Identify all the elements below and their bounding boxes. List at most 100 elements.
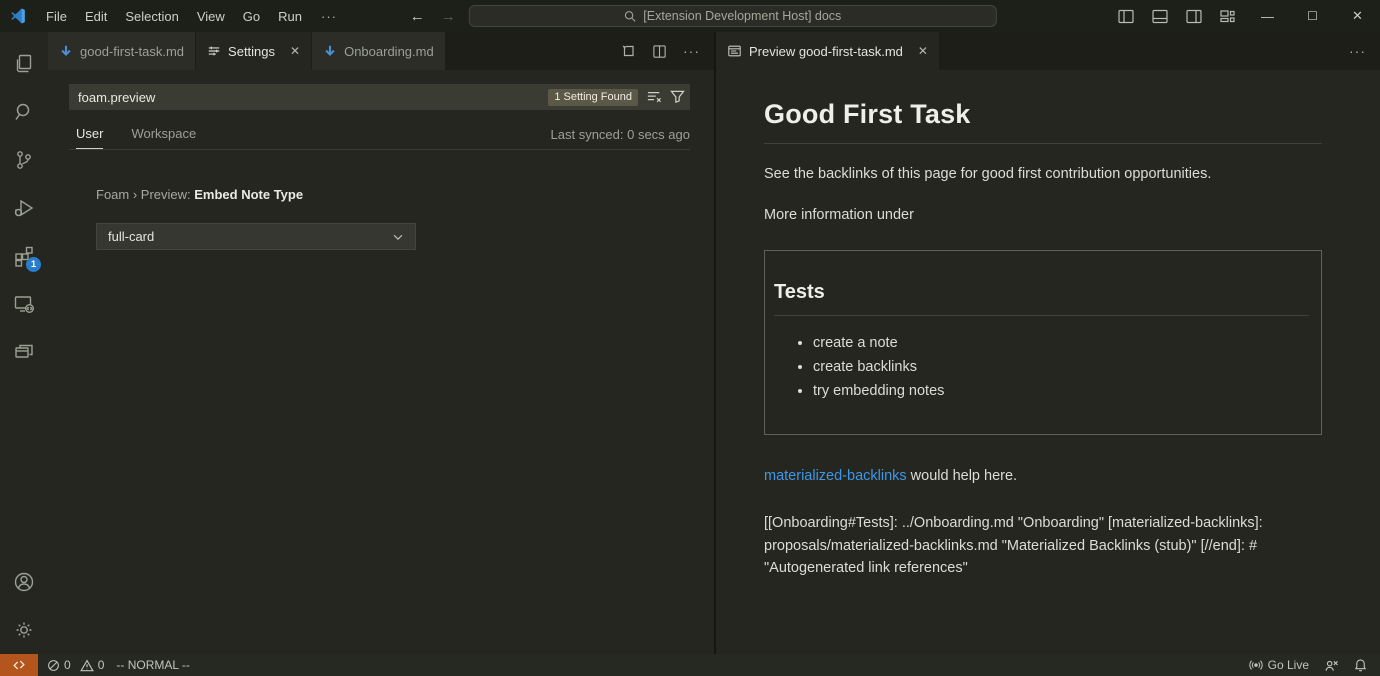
nav-forward-icon[interactable]: → <box>438 8 459 25</box>
menu-bar: File Edit Selection View Go Run ··· <box>37 0 347 32</box>
settings-search-row: 1 Setting Found <box>69 84 690 110</box>
menu-view[interactable]: View <box>188 0 234 32</box>
tab-label: Settings <box>228 44 275 59</box>
editor-group-right: Preview good-first-task.md ✕ ··· Good Fi… <box>716 32 1380 654</box>
customize-layout-icon[interactable] <box>1211 0 1245 32</box>
command-center-area: ← → [Extension Development Host] docs <box>407 0 997 32</box>
link-references-block: [[Onboarding#Tests]: ../Onboarding.md "O… <box>764 512 1322 580</box>
markdown-file-icon <box>59 44 73 58</box>
settings-editor: 1 Setting Found User Workspace Last sync… <box>48 70 714 654</box>
menu-more-icon[interactable]: ··· <box>311 0 347 32</box>
notifications-bell-icon[interactable] <box>1354 658 1367 672</box>
note-card-list: create a note create backlinks try embed… <box>774 335 1309 399</box>
preview-heading: Good First Task <box>764 99 1322 144</box>
menu-go[interactable]: Go <box>234 0 269 32</box>
remote-icon <box>12 658 26 672</box>
search-icon <box>624 10 637 23</box>
markdown-preview-pane: Good First Task See the backlinks of thi… <box>716 70 1380 654</box>
preview-paragraph-2: More information under <box>764 207 1322 223</box>
tab-label: good-first-task.md <box>80 44 184 59</box>
list-item: create backlinks <box>813 359 1309 375</box>
tab-preview-good-first-task[interactable]: Preview good-first-task.md ✕ <box>716 32 940 70</box>
window-close-button[interactable]: ✕ <box>1335 0 1380 32</box>
markdown-file-icon <box>323 44 337 58</box>
status-bar-right: Go Live <box>1249 658 1380 672</box>
split-editor-icon[interactable] <box>652 44 667 59</box>
status-bar: 0 0 -- NORMAL -- Go Live <box>0 654 1380 676</box>
menu-run[interactable]: Run <box>269 0 311 32</box>
editor-actions-right: ··· <box>1349 32 1380 70</box>
run-debug-icon[interactable] <box>0 184 48 232</box>
broadcast-icon <box>1249 659 1263 672</box>
command-center-label: [Extension Development Host] docs <box>643 9 841 23</box>
windows-stack-icon[interactable] <box>0 328 48 376</box>
open-preview-icon[interactable] <box>620 43 636 59</box>
menu-selection[interactable]: Selection <box>116 0 187 32</box>
editor-group-left: good-first-task.md Settings ✕ Onboarding… <box>48 32 716 654</box>
link-tail-text: would help here. <box>907 468 1017 484</box>
reference-line: "Autogenerated link references" <box>764 557 1322 580</box>
scope-tab-user[interactable]: User <box>76 126 103 149</box>
warnings-icon <box>80 659 94 672</box>
chevron-down-icon <box>391 230 405 244</box>
vscode-window: File Edit Selection View Go Run ··· ← → … <box>0 0 1380 676</box>
tab-good-first-task[interactable]: good-first-task.md <box>48 32 196 70</box>
error-count: 0 <box>64 658 71 672</box>
materialized-backlinks-link[interactable]: materialized-backlinks <box>764 468 907 484</box>
tab-label: Onboarding.md <box>344 44 434 59</box>
vim-mode-indicator[interactable]: -- NORMAL -- <box>116 658 190 672</box>
feedback-icon[interactable] <box>1324 659 1339 672</box>
reference-line: proposals/materialized-backlinks.md "Mat… <box>764 535 1322 558</box>
list-item: create a note <box>813 335 1309 351</box>
last-synced-label: Last synced: 0 secs ago <box>551 127 690 149</box>
command-center-search[interactable]: [Extension Development Host] docs <box>469 5 997 27</box>
toggle-panel-icon[interactable] <box>1143 0 1177 32</box>
settings-search-controls: 1 Setting Found <box>548 84 685 110</box>
menu-edit[interactable]: Edit <box>76 0 116 32</box>
window-minimize-button[interactable]: — <box>1245 0 1290 32</box>
remote-explorer-icon[interactable] <box>0 280 48 328</box>
settings-scope-row: User Workspace Last synced: 0 secs ago <box>69 124 690 150</box>
filter-icon[interactable] <box>670 90 685 104</box>
toggle-secondary-sidebar-icon[interactable] <box>1177 0 1211 32</box>
explorer-icon[interactable] <box>0 40 48 88</box>
nav-back-icon[interactable]: ← <box>407 8 428 25</box>
source-control-icon[interactable] <box>0 136 48 184</box>
clear-search-icon[interactable] <box>646 90 662 104</box>
tab-close-icon[interactable]: ✕ <box>918 44 928 58</box>
tab-onboarding[interactable]: Onboarding.md <box>312 32 446 70</box>
settings-count-badge: 1 Setting Found <box>548 89 638 106</box>
activity-bar: 1 <box>0 32 48 654</box>
extensions-badge: 1 <box>26 257 41 272</box>
status-bar-left: 0 0 -- NORMAL -- <box>38 658 190 672</box>
problems-indicator[interactable]: 0 0 <box>47 658 104 672</box>
tab-close-icon[interactable]: ✕ <box>290 44 300 58</box>
setting-category: Foam › Preview: <box>96 187 194 202</box>
extensions-icon[interactable]: 1 <box>0 232 48 280</box>
menu-file[interactable]: File <box>37 0 76 32</box>
remote-indicator[interactable] <box>0 654 38 676</box>
more-actions-icon[interactable]: ··· <box>1349 43 1366 59</box>
title-bar: File Edit Selection View Go Run ··· ← → … <box>0 0 1380 32</box>
accounts-icon[interactable] <box>0 558 48 606</box>
setting-title: Foam › Preview: Embed Note Type <box>96 187 690 202</box>
errors-icon <box>47 659 60 672</box>
embed-note-type-select[interactable]: full-card <box>96 223 416 250</box>
more-actions-icon[interactable]: ··· <box>683 43 700 59</box>
tab-settings[interactable]: Settings ✕ <box>196 32 312 70</box>
tab-bar-right: Preview good-first-task.md ✕ ··· <box>716 32 1380 70</box>
go-live-button[interactable]: Go Live <box>1249 658 1309 672</box>
settings-editor-icon <box>207 44 221 58</box>
tab-label: Preview good-first-task.md <box>749 44 903 59</box>
preview-paragraph-1: See the backlinks of this page for good … <box>764 166 1322 182</box>
toggle-sidebar-icon[interactable] <box>1109 0 1143 32</box>
window-maximize-button[interactable]: ☐ <box>1290 0 1335 32</box>
scope-tab-workspace[interactable]: Workspace <box>131 126 196 149</box>
markdown-preview-icon <box>727 44 742 58</box>
select-value: full-card <box>108 229 154 244</box>
settings-gear-icon[interactable] <box>0 606 48 654</box>
search-view-icon[interactable] <box>0 88 48 136</box>
link-paragraph: materialized-backlinks would help here. <box>764 468 1322 484</box>
vscode-logo-icon <box>9 7 27 25</box>
embedded-note-card: Tests create a note create backlinks try… <box>764 250 1322 435</box>
